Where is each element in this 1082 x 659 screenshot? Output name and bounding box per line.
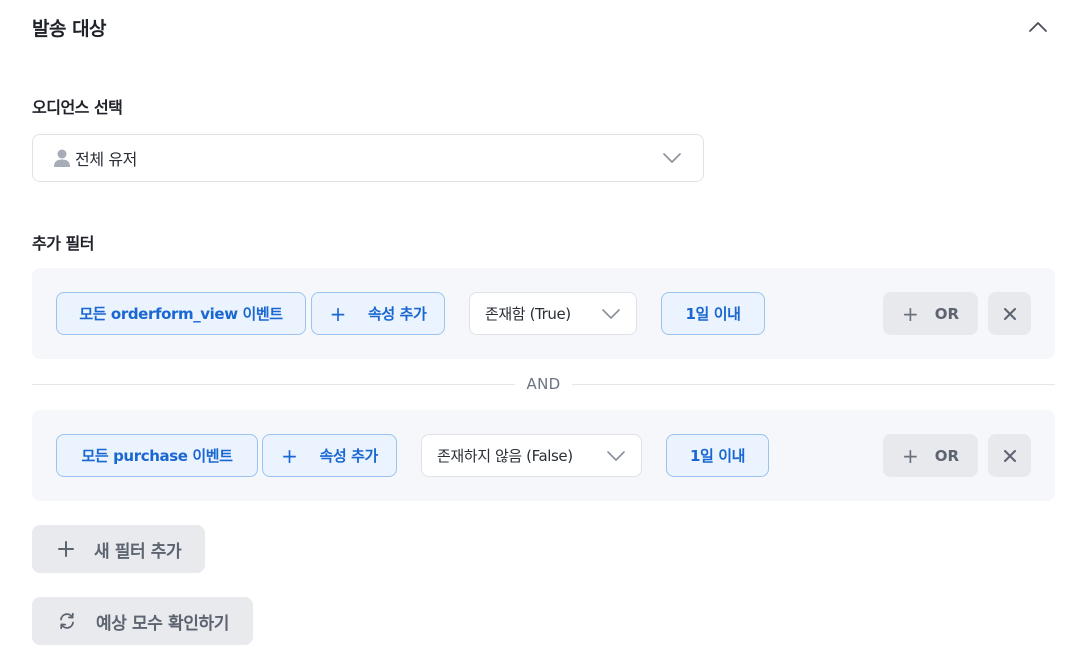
close-icon xyxy=(1003,449,1016,462)
or-label: OR xyxy=(934,446,960,465)
condition-value: 존재함 (True) xyxy=(485,305,571,323)
add-filter-button[interactable]: 새 필터 추가 xyxy=(32,525,206,573)
condition-dropdown[interactable]: 존재함 (True) xyxy=(469,292,637,335)
plus-icon: + xyxy=(901,301,919,326)
collapse-button[interactable] xyxy=(1022,11,1054,43)
event-chip[interactable]: 모든 purchase 이벤트 xyxy=(56,434,258,477)
or-button[interactable]: + OR xyxy=(883,434,978,477)
and-divider: AND xyxy=(32,374,1055,394)
chevron-down-icon xyxy=(607,450,625,461)
add-property-label: 속성 추가 xyxy=(319,447,378,465)
audience-label: 오디언스 선택 xyxy=(32,98,123,117)
section-header: 발송 대상 xyxy=(32,10,1054,44)
or-button[interactable]: + OR xyxy=(883,292,978,335)
filter-row: 모든 orderform_view 이벤트 + 속성 추가 존재함 (True)… xyxy=(32,268,1055,359)
add-filter-label: 새 필터 추가 xyxy=(94,541,182,562)
user-icon xyxy=(53,148,71,168)
plus-icon: + xyxy=(329,301,347,326)
remove-filter-button[interactable] xyxy=(988,292,1031,335)
add-property-button[interactable]: + 속성 추가 xyxy=(311,292,445,335)
filter-row: 모든 purchase 이벤트 + 속성 추가 존재하지 않음 (False) … xyxy=(32,410,1055,501)
chevron-down-icon xyxy=(602,308,620,319)
chevron-up-icon xyxy=(1029,22,1047,32)
filters-label: 추가 필터 xyxy=(32,234,94,253)
condition-dropdown[interactable]: 존재하지 않음 (False) xyxy=(421,434,642,477)
or-label: OR xyxy=(934,304,960,323)
estimate-audience-button[interactable]: 예상 모수 확인하기 xyxy=(32,597,253,645)
close-icon xyxy=(1003,307,1016,320)
estimate-audience-label: 예상 모수 확인하기 xyxy=(96,613,229,634)
chevron-down-icon xyxy=(663,153,681,163)
add-property-button[interactable]: + 속성 추가 xyxy=(262,434,397,477)
period-chip[interactable]: 1일 이내 xyxy=(666,434,769,477)
period-chip[interactable]: 1일 이내 xyxy=(661,292,765,335)
refresh-icon xyxy=(58,612,76,630)
add-property-label: 속성 추가 xyxy=(367,305,427,323)
and-connector-label: AND xyxy=(526,375,561,393)
plus-icon: + xyxy=(281,443,298,468)
audience-select[interactable]: 전체 유저 xyxy=(32,134,704,182)
plus-icon xyxy=(58,541,74,557)
section-title: 발송 대상 xyxy=(32,17,107,40)
audience-selected-value: 전체 유저 xyxy=(75,150,137,169)
event-chip[interactable]: 모든 orderform_view 이벤트 xyxy=(56,292,306,335)
condition-value: 존재하지 않음 (False) xyxy=(437,447,573,465)
remove-filter-button[interactable] xyxy=(988,434,1031,477)
plus-icon: + xyxy=(901,443,919,468)
